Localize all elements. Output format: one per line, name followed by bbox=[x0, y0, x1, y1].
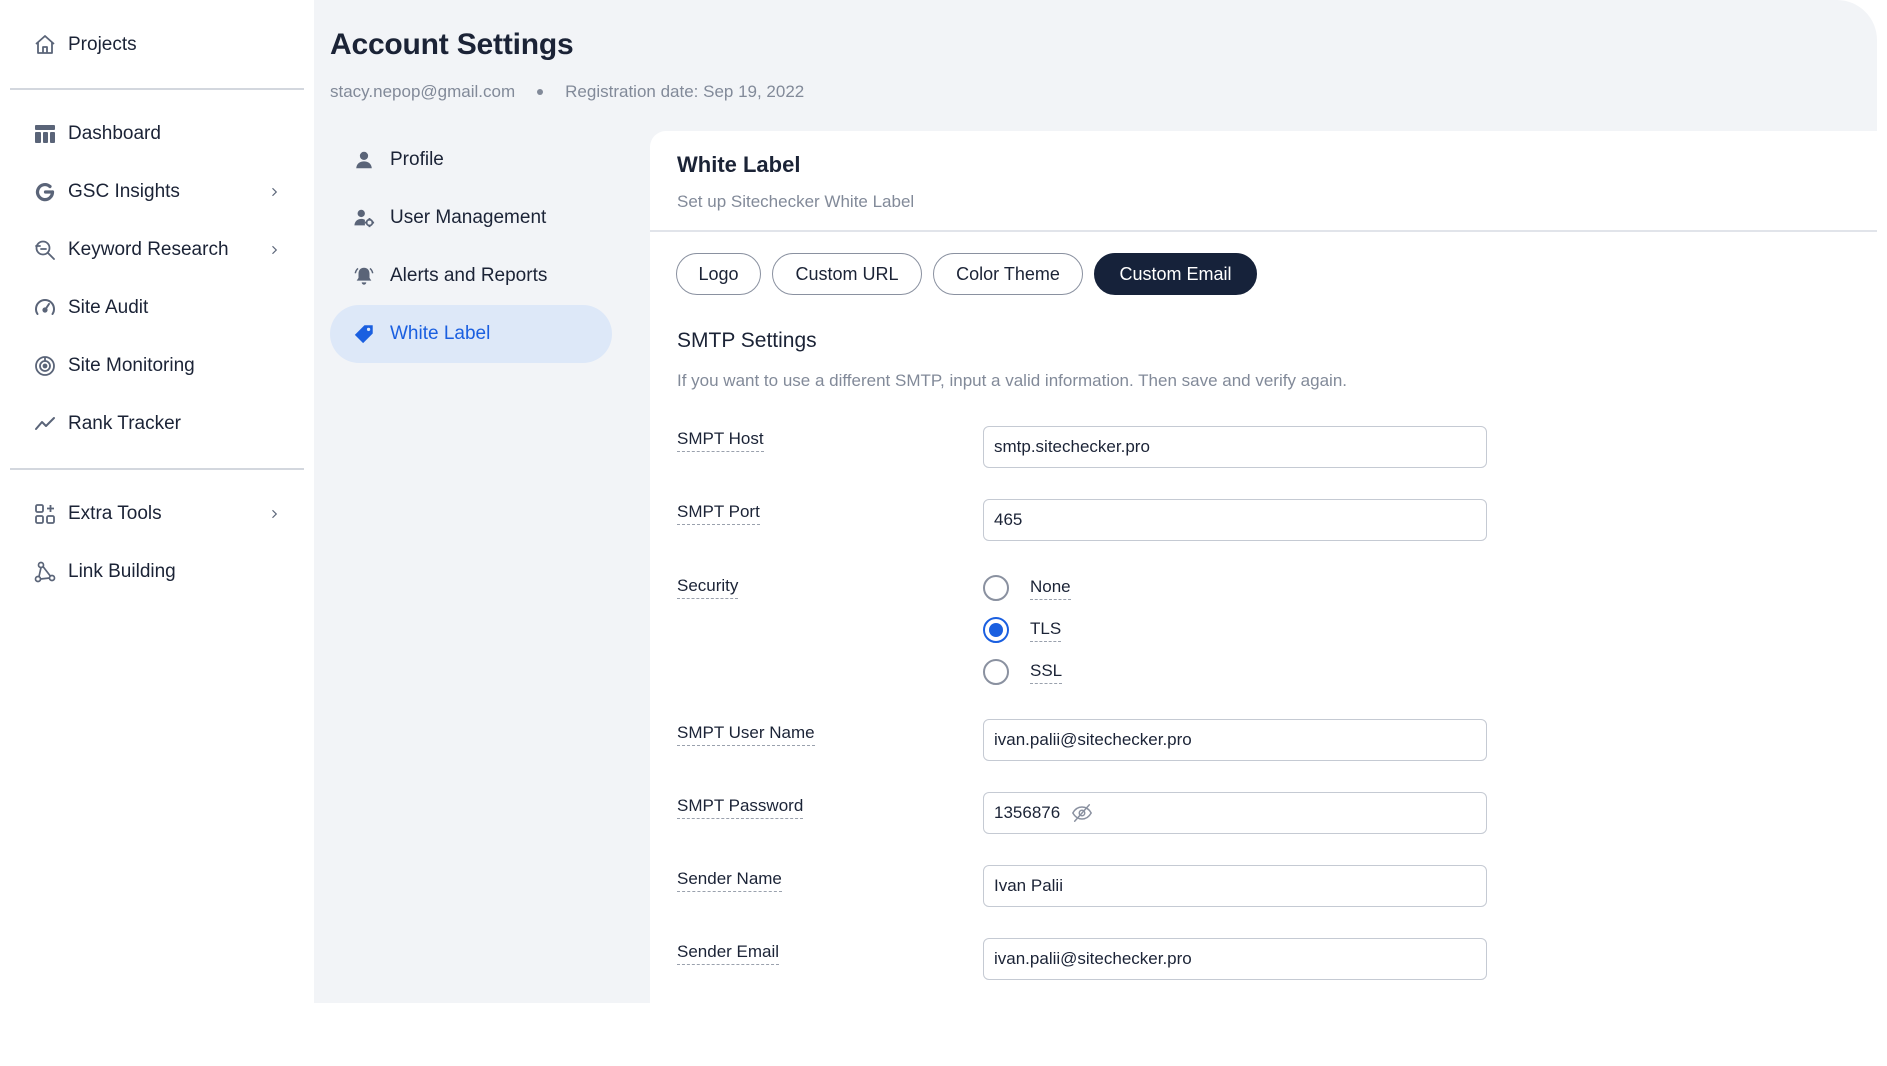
smtp-port-value: 465 bbox=[994, 510, 1023, 529]
tag-icon bbox=[352, 322, 376, 346]
smtp-section-title: SMTP Settings bbox=[677, 329, 817, 352]
sidebar-item-projects[interactable]: Projects bbox=[32, 25, 282, 65]
smtp-username-label: SMPT User Name bbox=[677, 723, 815, 746]
settings-menu-label: User Management bbox=[390, 207, 547, 228]
registration-date: Registration date: Sep 19, 2022 bbox=[565, 82, 805, 101]
sidebar-divider bbox=[10, 468, 304, 470]
sidebar-divider bbox=[10, 88, 304, 90]
settings-menu-label: Profile bbox=[390, 149, 444, 170]
smtp-username-input[interactable]: ivan.palii@sitechecker.pro bbox=[983, 719, 1487, 761]
smtp-port-label: SMPT Port bbox=[677, 502, 760, 525]
gauge-icon bbox=[32, 295, 58, 321]
sidebar-item-label: Extra Tools bbox=[68, 503, 162, 524]
sender-name-value: Ivan Palii bbox=[994, 876, 1063, 895]
account-meta: stacy.nepop@gmail.com Registration date:… bbox=[330, 82, 804, 102]
chevron-right-icon[interactable] bbox=[266, 242, 282, 258]
sidebar-item-site-audit[interactable]: Site Audit bbox=[32, 288, 282, 328]
radio-button[interactable] bbox=[983, 659, 1009, 685]
smtp-host-input[interactable]: smtp.sitechecker.pro bbox=[983, 426, 1487, 468]
sidebar-item-label: Projects bbox=[68, 34, 137, 55]
smtp-host-label: SMPT Host bbox=[677, 429, 764, 452]
radio-button[interactable] bbox=[983, 575, 1009, 601]
card-subtitle: Set up Sitechecker White Label bbox=[677, 192, 915, 211]
settings-menu-white-label[interactable]: White Label bbox=[330, 305, 612, 363]
settings-menu-alerts-and-reports[interactable]: Alerts and Reports bbox=[330, 247, 612, 305]
settings-menu-label: White Label bbox=[390, 323, 491, 344]
tab-custom-url[interactable]: Custom URL bbox=[772, 253, 922, 295]
user-gear-icon bbox=[352, 206, 376, 230]
sidebar-item-keyword-research[interactable]: Keyword Research bbox=[32, 230, 282, 270]
sender-name-input[interactable]: Ivan Palii bbox=[983, 865, 1487, 907]
sidebar-item-label: Rank Tracker bbox=[68, 413, 181, 434]
security-option-none[interactable]: None bbox=[983, 573, 1071, 603]
smtp-username-value: ivan.palii@sitechecker.pro bbox=[994, 730, 1192, 749]
sidebar: Projects Dashboard GSC Insights Keyword … bbox=[0, 0, 314, 1066]
sender-email-input[interactable]: ivan.palii@sitechecker.pro bbox=[983, 938, 1487, 980]
sender-email-value: ivan.palii@sitechecker.pro bbox=[994, 949, 1192, 968]
link-nodes-icon bbox=[32, 559, 58, 585]
google-icon bbox=[32, 179, 58, 205]
security-label: Security bbox=[677, 576, 739, 599]
settings-menu-user-management[interactable]: User Management bbox=[330, 189, 612, 247]
sidebar-item-label: Keyword Research bbox=[68, 239, 229, 260]
radio-label: SSL bbox=[1030, 661, 1063, 684]
security-option-tls[interactable]: TLS bbox=[983, 615, 1062, 645]
smtp-help-text: If you want to use a different SMTP, inp… bbox=[677, 371, 1347, 390]
card-divider bbox=[650, 230, 1877, 232]
keyword-search-icon bbox=[32, 237, 58, 263]
page-title: Account Settings bbox=[330, 28, 574, 61]
sidebar-item-label: Site Monitoring bbox=[68, 355, 195, 376]
sidebar-item-extra-tools[interactable]: Extra Tools bbox=[32, 494, 282, 534]
account-email: stacy.nepop@gmail.com bbox=[330, 82, 516, 101]
chevron-right-icon[interactable] bbox=[266, 506, 282, 522]
settings-menu-label: Alerts and Reports bbox=[390, 265, 548, 286]
settings-menu-profile[interactable]: Profile bbox=[330, 131, 612, 189]
trend-icon bbox=[32, 411, 58, 437]
smtp-password-input[interactable]: 1356876 bbox=[983, 792, 1487, 834]
smtp-host-value: smtp.sitechecker.pro bbox=[994, 437, 1150, 456]
radio-button-selected[interactable] bbox=[983, 617, 1009, 643]
security-option-ssl[interactable]: SSL bbox=[983, 657, 1063, 687]
sidebar-item-gsc-insights[interactable]: GSC Insights bbox=[32, 172, 282, 212]
sidebar-item-dashboard[interactable]: Dashboard bbox=[32, 114, 282, 154]
apps-plus-icon bbox=[32, 501, 58, 527]
sidebar-item-link-building[interactable]: Link Building bbox=[32, 552, 282, 592]
home-icon bbox=[32, 32, 58, 58]
sidebar-item-site-monitoring[interactable]: Site Monitoring bbox=[32, 346, 282, 386]
smtp-port-input[interactable]: 465 bbox=[983, 499, 1487, 541]
tab-color-theme[interactable]: Color Theme bbox=[933, 253, 1083, 295]
sender-email-label: Sender Email bbox=[677, 942, 780, 965]
separator-dot bbox=[537, 89, 544, 95]
sidebar-item-label: Dashboard bbox=[68, 123, 161, 144]
user-icon bbox=[352, 148, 376, 172]
dashboard-icon bbox=[32, 121, 58, 147]
sidebar-item-label: GSC Insights bbox=[68, 181, 180, 202]
sidebar-item-label: Link Building bbox=[68, 561, 176, 582]
sidebar-item-rank-tracker[interactable]: Rank Tracker bbox=[32, 404, 282, 444]
main-content: Account Settings stacy.nepop@gmail.com R… bbox=[314, 0, 1877, 1003]
radar-icon bbox=[32, 353, 58, 379]
eye-off-icon[interactable] bbox=[1070, 801, 1094, 825]
tab-custom-email[interactable]: Custom Email bbox=[1094, 253, 1257, 295]
bell-icon bbox=[352, 264, 376, 288]
radio-label: TLS bbox=[1030, 619, 1062, 642]
white-label-card: White Label Set up Sitechecker White Lab… bbox=[650, 131, 1877, 1003]
card-title: White Label bbox=[677, 152, 801, 177]
smtp-password-value: 1356876 bbox=[994, 803, 1061, 822]
tab-logo[interactable]: Logo bbox=[676, 253, 761, 295]
sidebar-item-label: Site Audit bbox=[68, 297, 149, 318]
chevron-right-icon[interactable] bbox=[266, 184, 282, 200]
sender-name-label: Sender Name bbox=[677, 869, 782, 892]
radio-label: None bbox=[1030, 577, 1071, 600]
smtp-password-label: SMPT Password bbox=[677, 796, 804, 819]
